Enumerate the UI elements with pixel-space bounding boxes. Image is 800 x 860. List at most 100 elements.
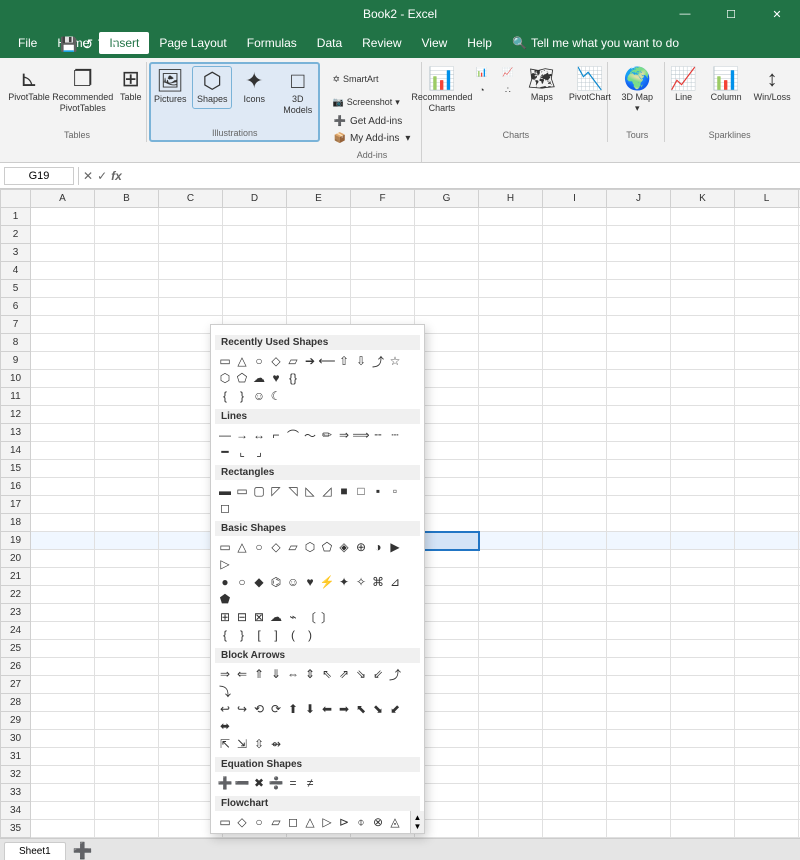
cell[interactable] bbox=[607, 658, 671, 676]
basic-27[interactable]: ⊠ bbox=[251, 609, 267, 625]
flow-7[interactable]: ▷ bbox=[319, 814, 335, 830]
row-header-35[interactable]: 35 bbox=[1, 820, 31, 838]
flow-5[interactable]: ◻ bbox=[285, 814, 301, 830]
cell[interactable] bbox=[415, 226, 479, 244]
cell[interactable] bbox=[607, 406, 671, 424]
cell[interactable] bbox=[415, 262, 479, 280]
cell[interactable] bbox=[543, 622, 607, 640]
arrow3-3[interactable]: ⇳ bbox=[251, 736, 267, 752]
cell[interactable] bbox=[543, 262, 607, 280]
cell[interactable] bbox=[735, 424, 799, 442]
cell[interactable] bbox=[95, 676, 159, 694]
cell[interactable] bbox=[735, 316, 799, 334]
insert-function-icon[interactable]: fx bbox=[111, 169, 122, 183]
col-A[interactable]: A bbox=[31, 190, 95, 208]
cell[interactable] bbox=[607, 280, 671, 298]
cell[interactable] bbox=[671, 244, 735, 262]
shapes-btn[interactable]: ⬡ Shapes bbox=[192, 66, 232, 109]
cell[interactable] bbox=[543, 460, 607, 478]
cell[interactable] bbox=[735, 244, 799, 262]
cell[interactable] bbox=[671, 748, 735, 766]
cell[interactable] bbox=[95, 730, 159, 748]
line-dash[interactable]: ╌ bbox=[370, 427, 386, 443]
line-free[interactable]: ✏ bbox=[319, 427, 335, 443]
smartart-btn[interactable]: ✡ SmartArt bbox=[327, 70, 383, 89]
cell[interactable] bbox=[31, 514, 95, 532]
cell[interactable] bbox=[607, 694, 671, 712]
cell[interactable] bbox=[735, 604, 799, 622]
col-H[interactable]: H bbox=[479, 190, 543, 208]
flow-4[interactable]: ▱ bbox=[268, 814, 284, 830]
cell[interactable] bbox=[543, 802, 607, 820]
basic-6[interactable]: ⬡ bbox=[302, 539, 318, 555]
cell-reference[interactable] bbox=[4, 167, 74, 185]
basic-12[interactable]: ▷ bbox=[217, 556, 233, 572]
basic-7[interactable]: ⬠ bbox=[319, 539, 335, 555]
eq-plus[interactable]: ➕ bbox=[217, 775, 233, 791]
cell[interactable] bbox=[479, 730, 543, 748]
cell[interactable] bbox=[607, 352, 671, 370]
cell[interactable] bbox=[95, 352, 159, 370]
cell[interactable] bbox=[735, 748, 799, 766]
cell[interactable] bbox=[607, 298, 671, 316]
row-header-31[interactable]: 31 bbox=[1, 748, 31, 766]
arrow-lr[interactable]: ⇔ bbox=[285, 666, 301, 682]
cell[interactable] bbox=[31, 208, 95, 226]
col-I[interactable]: I bbox=[543, 190, 607, 208]
cell[interactable] bbox=[671, 514, 735, 532]
arrow2-7[interactable]: ⬅ bbox=[319, 701, 335, 717]
cell[interactable] bbox=[671, 370, 735, 388]
rect-5[interactable]: ■ bbox=[336, 483, 352, 499]
row-header-26[interactable]: 26 bbox=[1, 658, 31, 676]
basic-22[interactable]: ⌘ bbox=[370, 574, 386, 590]
rect-1[interactable]: ▬ bbox=[217, 483, 233, 499]
shape-bracket[interactable]: {} bbox=[285, 370, 301, 386]
bar-chart-btn[interactable]: 📊 bbox=[470, 64, 494, 81]
cell[interactable] bbox=[31, 784, 95, 802]
cell[interactable] bbox=[351, 298, 415, 316]
cell[interactable] bbox=[671, 352, 735, 370]
cell[interactable] bbox=[287, 280, 351, 298]
rect-snip[interactable]: ◸ bbox=[268, 483, 284, 499]
cell[interactable] bbox=[735, 784, 799, 802]
cell[interactable] bbox=[479, 352, 543, 370]
cell[interactable] bbox=[543, 244, 607, 262]
cell[interactable] bbox=[95, 478, 159, 496]
cell[interactable] bbox=[479, 694, 543, 712]
basic-18[interactable]: ♥ bbox=[302, 574, 318, 590]
arrow-diag1[interactable]: ⇖ bbox=[319, 666, 335, 682]
cell[interactable] bbox=[95, 226, 159, 244]
cell[interactable] bbox=[479, 604, 543, 622]
cell[interactable] bbox=[95, 658, 159, 676]
flow-3[interactable]: ○ bbox=[251, 814, 267, 830]
cell[interactable] bbox=[31, 658, 95, 676]
close-btn[interactable]: ✕ bbox=[754, 0, 800, 28]
cell[interactable] bbox=[95, 496, 159, 514]
cell[interactable] bbox=[479, 478, 543, 496]
cell[interactable] bbox=[479, 676, 543, 694]
cell[interactable] bbox=[735, 370, 799, 388]
cell[interactable] bbox=[735, 388, 799, 406]
cell[interactable] bbox=[31, 748, 95, 766]
cell[interactable] bbox=[543, 388, 607, 406]
cell[interactable] bbox=[671, 262, 735, 280]
basic-3[interactable]: ○ bbox=[251, 539, 267, 555]
cell[interactable] bbox=[95, 262, 159, 280]
cell[interactable] bbox=[607, 604, 671, 622]
cell[interactable] bbox=[607, 802, 671, 820]
cell[interactable] bbox=[479, 244, 543, 262]
recommended-charts-btn[interactable]: 📊 Recommended Charts bbox=[416, 64, 468, 118]
cell[interactable] bbox=[351, 244, 415, 262]
cell[interactable] bbox=[607, 550, 671, 568]
cell[interactable] bbox=[543, 352, 607, 370]
arrow2-2[interactable]: ↪ bbox=[234, 701, 250, 717]
cell[interactable] bbox=[543, 820, 607, 838]
maximize-btn[interactable]: ☐ bbox=[708, 0, 754, 28]
cell[interactable] bbox=[159, 208, 223, 226]
rect-snip4[interactable]: ◿ bbox=[319, 483, 335, 499]
shape-diamond[interactable]: ◇ bbox=[268, 353, 284, 369]
cell[interactable] bbox=[735, 640, 799, 658]
basic-4[interactable]: ◇ bbox=[268, 539, 284, 555]
cell[interactable] bbox=[671, 496, 735, 514]
cell[interactable] bbox=[31, 262, 95, 280]
